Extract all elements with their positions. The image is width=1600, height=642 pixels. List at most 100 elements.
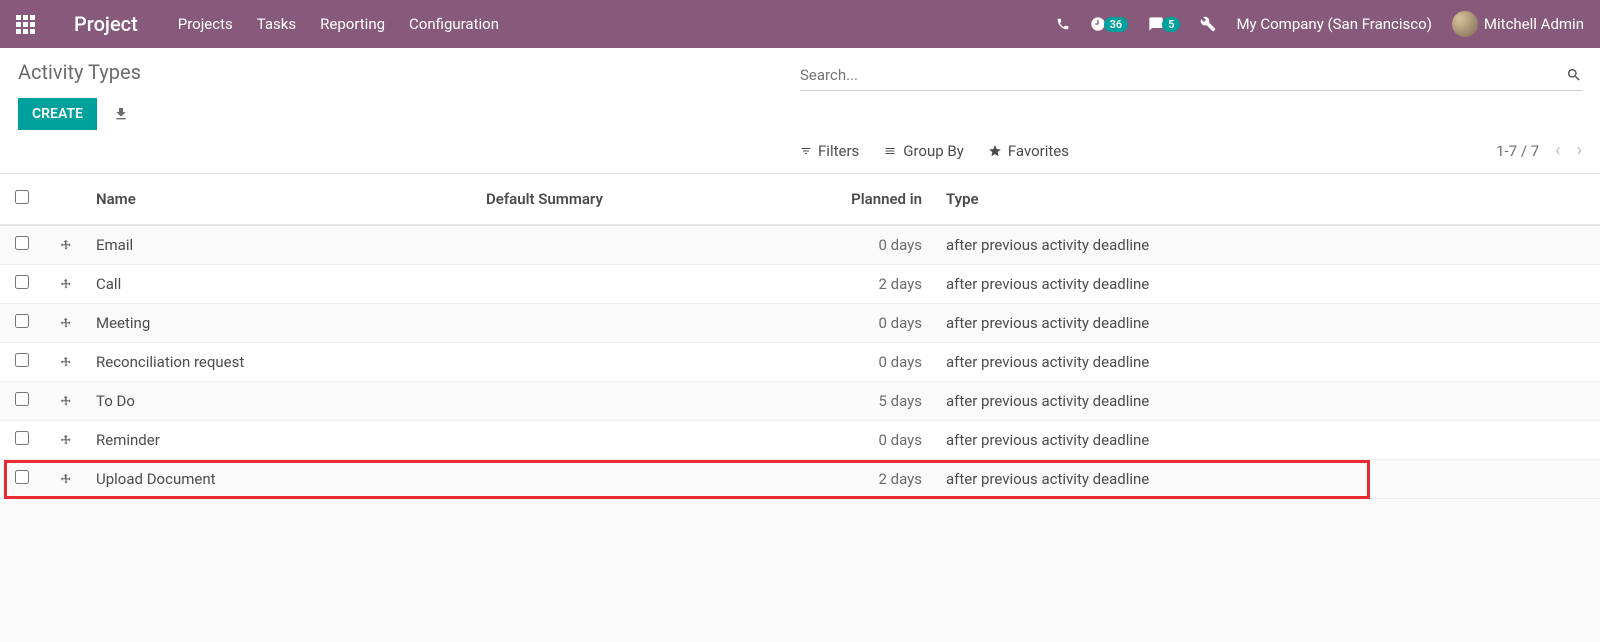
row-select[interactable] (0, 421, 44, 460)
table-row[interactable]: Reminder0 daysafter previous activity de… (0, 421, 1600, 460)
cell-name: Reminder (88, 421, 478, 460)
row-handle[interactable] (44, 343, 88, 382)
row-select[interactable] (0, 460, 44, 499)
apps-icon[interactable] (16, 15, 34, 33)
control-panel-bottom: Filters Group By Favorites 1-7 / 7 ‹ › (0, 130, 1600, 173)
pager-prev[interactable]: ‹ (1555, 140, 1560, 161)
row-select[interactable] (0, 265, 44, 304)
cell-name: Email (88, 225, 478, 265)
select-all-checkbox[interactable] (15, 190, 29, 204)
move-icon[interactable] (59, 236, 73, 254)
move-icon[interactable] (59, 353, 73, 371)
app-brand[interactable]: Project (74, 12, 138, 36)
user-avatar (1452, 11, 1478, 37)
move-icon[interactable] (59, 275, 73, 293)
column-spacer (1380, 174, 1600, 225)
user-menu[interactable]: Mitchell Admin (1452, 11, 1584, 37)
select-all-header[interactable] (0, 174, 44, 225)
top-right: 36 5 My Company (San Francisco) Mitchell… (1056, 11, 1584, 37)
column-name[interactable]: Name (88, 174, 478, 225)
table-row[interactable]: Meeting0 daysafter previous activity dea… (0, 304, 1600, 343)
discuss-icon[interactable]: 5 (1148, 16, 1180, 32)
row-select[interactable] (0, 225, 44, 265)
filters-button[interactable]: Filters (800, 142, 859, 160)
table-row[interactable]: Upload Document2 daysafter previous acti… (0, 460, 1600, 499)
groupby-label: Group By (903, 142, 964, 160)
row-select[interactable] (0, 343, 44, 382)
table-row[interactable]: Call2 daysafter previous activity deadli… (0, 265, 1600, 304)
row-checkbox[interactable] (15, 353, 29, 367)
table-row[interactable]: To Do5 daysafter previous activity deadl… (0, 382, 1600, 421)
handle-header (44, 174, 88, 225)
cell-type: after previous activity deadline (938, 343, 1380, 382)
groupby-button[interactable]: Group By (883, 142, 964, 160)
control-panel-top: Activity Types CREATE (0, 48, 1600, 130)
move-icon[interactable] (59, 470, 73, 488)
activities-icon[interactable]: 36 (1090, 16, 1129, 32)
cell-summary (478, 304, 818, 343)
cell-spacer (1380, 343, 1600, 382)
move-icon[interactable] (59, 314, 73, 332)
cell-type: after previous activity deadline (938, 225, 1380, 265)
row-checkbox[interactable] (15, 236, 29, 250)
favorites-label: Favorites (1008, 142, 1069, 160)
row-select[interactable] (0, 304, 44, 343)
import-button[interactable] (113, 103, 129, 122)
debug-icon[interactable] (1200, 16, 1216, 32)
list-view: Name Default Summary Planned in Type Ema… (0, 173, 1600, 499)
row-checkbox[interactable] (15, 431, 29, 445)
row-checkbox[interactable] (15, 470, 29, 484)
row-handle[interactable] (44, 225, 88, 265)
search-icon[interactable] (1566, 64, 1582, 83)
row-handle[interactable] (44, 382, 88, 421)
row-checkbox[interactable] (15, 275, 29, 289)
row-select[interactable] (0, 382, 44, 421)
cell-name: Reconciliation request (88, 343, 478, 382)
cell-spacer (1380, 421, 1600, 460)
table-row[interactable]: Email0 daysafter previous activity deadl… (0, 225, 1600, 265)
cell-planned: 2 days (818, 265, 938, 304)
nav-configuration[interactable]: Configuration (409, 15, 499, 33)
cell-planned: 0 days (818, 343, 938, 382)
cell-type: after previous activity deadline (938, 304, 1380, 343)
row-handle[interactable] (44, 421, 88, 460)
cell-summary (478, 460, 818, 499)
user-name: Mitchell Admin (1484, 15, 1584, 33)
nav-reporting[interactable]: Reporting (320, 15, 385, 33)
row-handle[interactable] (44, 460, 88, 499)
search-input[interactable] (800, 60, 1582, 91)
column-planned[interactable]: Planned in (818, 174, 938, 225)
create-button[interactable]: CREATE (18, 98, 97, 130)
nav-menu: Projects Tasks Reporting Configuration (178, 15, 1056, 33)
move-icon[interactable] (59, 431, 73, 449)
filters-label: Filters (818, 142, 859, 160)
cell-planned: 0 days (818, 421, 938, 460)
cell-name: Meeting (88, 304, 478, 343)
pager-next[interactable]: › (1577, 140, 1582, 161)
row-checkbox[interactable] (15, 392, 29, 406)
column-type[interactable]: Type (938, 174, 1380, 225)
cell-name: Call (88, 265, 478, 304)
top-navbar: Project Projects Tasks Reporting Configu… (0, 0, 1600, 48)
cell-spacer (1380, 304, 1600, 343)
nav-projects[interactable]: Projects (178, 15, 233, 33)
cell-summary (478, 225, 818, 265)
favorites-button[interactable]: Favorites (988, 142, 1069, 160)
search-wrap (800, 60, 1582, 91)
cell-type: after previous activity deadline (938, 382, 1380, 421)
cell-spacer (1380, 265, 1600, 304)
activities-badge: 36 (1104, 17, 1129, 32)
table-row[interactable]: Reconciliation request 0 daysafter previo… (0, 343, 1600, 382)
pager: 1-7 / 7 ‹ › (1496, 140, 1582, 161)
move-icon[interactable] (59, 392, 73, 410)
phone-icon[interactable] (1056, 17, 1070, 31)
row-handle[interactable] (44, 304, 88, 343)
cell-name: Upload Document (88, 460, 478, 499)
nav-tasks[interactable]: Tasks (257, 15, 296, 33)
company-selector[interactable]: My Company (San Francisco) (1236, 15, 1431, 33)
column-summary[interactable]: Default Summary (478, 174, 818, 225)
row-checkbox[interactable] (15, 314, 29, 328)
cell-spacer (1380, 225, 1600, 265)
cell-summary (478, 421, 818, 460)
row-handle[interactable] (44, 265, 88, 304)
